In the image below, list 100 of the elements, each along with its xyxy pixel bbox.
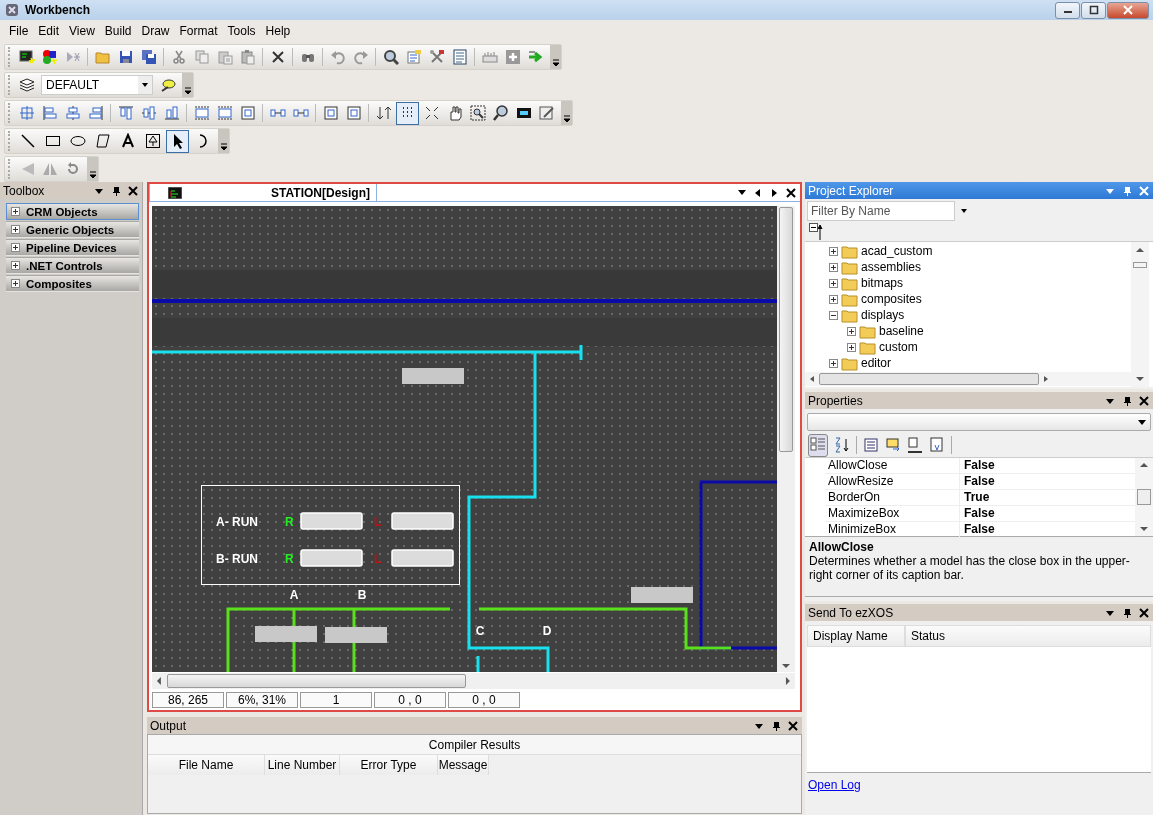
redo-icon[interactable] [352, 49, 369, 65]
plus-box-icon[interactable] [504, 49, 521, 65]
zoom-box-icon[interactable] [469, 105, 486, 121]
open-log-link[interactable]: Open Log [808, 778, 861, 792]
expand-icon[interactable] [829, 278, 838, 288]
horizontal-scrollbar[interactable] [805, 372, 1131, 386]
align-middle-icon[interactable] [140, 105, 157, 121]
menu-item[interactable]: Tools [222, 22, 261, 40]
scrollbar-thumb[interactable] [1137, 489, 1151, 505]
categorized-icon[interactable] [810, 435, 826, 452]
arrow-right-icon[interactable] [527, 49, 544, 65]
property-value[interactable]: False [960, 474, 995, 489]
expand-icon[interactable] [829, 262, 838, 272]
edit-icon[interactable] [538, 105, 555, 121]
fit-icon[interactable] [515, 105, 532, 121]
close-button[interactable] [1107, 1, 1149, 19]
magnifier-icon[interactable] [382, 49, 399, 65]
tree-item[interactable]: editor [861, 356, 892, 370]
undo-icon[interactable] [329, 49, 346, 65]
horizontal-scrollbar[interactable] [152, 673, 795, 689]
toolbox-group[interactable]: Composites [6, 275, 139, 292]
tree-item[interactable]: bitmaps [861, 276, 904, 290]
scissors-icon[interactable] [170, 49, 187, 65]
pin-icon[interactable] [771, 720, 781, 731]
events-icon[interactable] [885, 437, 901, 453]
property-value[interactable]: False [960, 506, 995, 521]
scrollbar-thumb[interactable] [779, 206, 793, 452]
new-display-icon[interactable] [18, 49, 35, 65]
property-value[interactable]: False [960, 458, 995, 473]
size-icon[interactable] [193, 105, 210, 121]
property-value[interactable]: True [960, 490, 990, 505]
sort-alpha-icon[interactable] [834, 437, 850, 453]
close-icon[interactable] [1139, 395, 1149, 406]
align-icon[interactable] [18, 105, 35, 121]
pin-icon[interactable] [111, 185, 121, 196]
dropdown-icon[interactable] [961, 209, 967, 213]
expand-icon[interactable] [829, 246, 838, 256]
scroll-left-icon[interactable] [754, 187, 762, 198]
align-top-icon[interactable] [117, 105, 134, 121]
column-header[interactable]: Message [438, 755, 489, 775]
script-icon[interactable] [929, 437, 945, 453]
column-header[interactable]: Error Type [340, 755, 438, 775]
label-icon[interactable] [907, 437, 923, 453]
property-name[interactable]: MinimizeBox [825, 522, 960, 537]
document-tab[interactable]: STATION[Design] [149, 184, 377, 201]
menu-item[interactable]: File [4, 22, 34, 40]
property-name[interactable]: AllowResize [825, 474, 960, 489]
vertical-scrollbar[interactable] [777, 206, 795, 672]
clipboard-icon[interactable] [239, 49, 256, 65]
pointer-tool-button[interactable] [166, 129, 189, 153]
tree-item[interactable]: baseline [879, 324, 924, 338]
snap-grid-button[interactable] [396, 101, 419, 125]
pin-icon[interactable] [1122, 395, 1132, 406]
new-object-icon[interactable] [41, 49, 58, 65]
delete-icon[interactable] [269, 49, 286, 65]
center-box-icon[interactable] [345, 105, 362, 121]
tree-item[interactable]: custom [879, 340, 918, 354]
property-name[interactable]: BorderOn [825, 490, 960, 505]
align-left-icon[interactable] [41, 105, 58, 121]
tree-item[interactable]: acad_custom [861, 244, 933, 258]
align-center-icon[interactable] [64, 105, 81, 121]
document-icon[interactable] [451, 49, 468, 65]
expand-icon[interactable] [829, 294, 838, 304]
layers-icon[interactable] [18, 77, 35, 93]
center-box-icon[interactable] [322, 105, 339, 121]
vertical-scrollbar[interactable] [1135, 458, 1153, 536]
vertical-scrollbar[interactable] [1131, 242, 1149, 387]
scrollbar-thumb[interactable] [1133, 261, 1147, 268]
minimize-button[interactable] [1055, 1, 1080, 19]
close-icon[interactable] [128, 185, 138, 196]
close-icon[interactable] [788, 720, 798, 731]
scrollbar-thumb[interactable] [819, 373, 1039, 385]
expand-icon[interactable] [829, 358, 838, 368]
menu-item[interactable]: Help [260, 22, 296, 40]
zoom-icon[interactable] [492, 105, 509, 121]
layer-dropdown[interactable]: DEFAULT [41, 75, 153, 95]
tree-item[interactable]: composites [861, 292, 922, 306]
expand-icon[interactable] [847, 342, 856, 352]
maximize-button[interactable] [1081, 1, 1106, 19]
toolbox-group[interactable]: Generic Objects [6, 221, 139, 238]
center-box-icon[interactable] [239, 105, 256, 121]
menu-item[interactable]: Format [174, 22, 223, 40]
size-icon[interactable] [216, 105, 233, 121]
swap-icon[interactable] [375, 105, 392, 121]
align-right-icon[interactable] [87, 105, 104, 121]
list-icon[interactable] [863, 437, 879, 453]
column-header[interactable]: File Name [148, 755, 265, 775]
menu-item[interactable]: View [64, 22, 100, 40]
property-value[interactable]: False [960, 522, 995, 537]
toolbox-group[interactable]: .NET Controls [6, 257, 139, 274]
menu-item[interactable]: Draw [136, 22, 175, 40]
filter-field[interactable]: Filter By Name [807, 201, 955, 221]
property-name[interactable]: AllowClose [825, 458, 960, 473]
collapse-all-icon[interactable] [809, 223, 823, 241]
toolbox-group[interactable]: CRM Objects [6, 203, 139, 220]
property-name[interactable]: MaximizeBox [825, 506, 960, 521]
tree-item[interactable]: displays [861, 308, 905, 322]
column-header[interactable]: Status [905, 625, 1151, 647]
menu-item[interactable]: Build [99, 22, 137, 40]
column-header[interactable]: Display Name [807, 625, 905, 647]
